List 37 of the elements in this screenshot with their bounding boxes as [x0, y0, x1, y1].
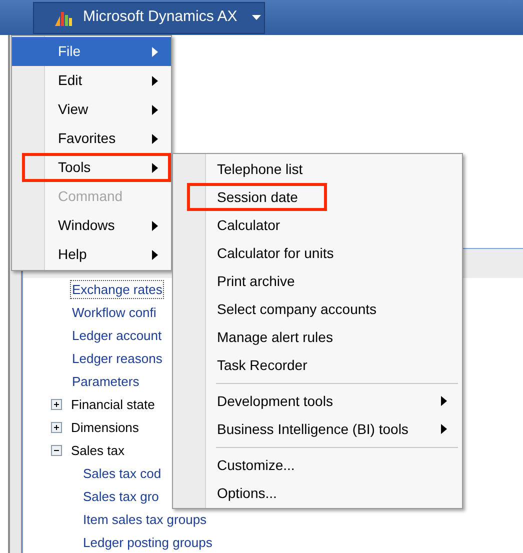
tree-link[interactable]: Exchange rates — [71, 281, 164, 298]
menu-item[interactable]: View — [12, 95, 171, 124]
tree-folder-label[interactable]: Financial state — [71, 394, 155, 414]
bar-chart-logo-icon — [54, 9, 74, 26]
submenu-item[interactable]: Customize... — [173, 451, 462, 479]
tree-link[interactable]: Workflow confi — [71, 304, 158, 321]
menu-item[interactable]: File — [12, 37, 171, 66]
collapse-icon[interactable] — [51, 445, 62, 456]
submenu-item[interactable]: Manage alert rules — [173, 323, 462, 351]
submenu-item[interactable]: Business Intelligence (BI) tools — [173, 415, 462, 443]
tree-link[interactable]: Item sales tax groups — [82, 511, 208, 528]
menu-item[interactable]: Windows — [12, 211, 171, 240]
menu-item[interactable]: Edit — [12, 66, 171, 95]
tree-folder-label[interactable]: Sales tax — [71, 440, 124, 460]
submenu-item[interactable]: Development tools — [173, 387, 462, 415]
submenu-item[interactable]: Session date — [173, 183, 462, 211]
submenu-item[interactable]: Print archive — [173, 267, 462, 295]
submenu-item[interactable]: Select company accounts — [173, 295, 462, 323]
submenu-item[interactable]: Options... — [173, 479, 462, 507]
tree-link[interactable]: Ledger account — [71, 327, 163, 344]
tree-link[interactable]: Parameters — [71, 373, 140, 390]
tree-link[interactable]: Sales tax cod — [82, 465, 162, 482]
submenu-item[interactable]: Telephone list — [173, 155, 462, 183]
app-menu-button[interactable]: Microsoft Dynamics AX — [33, 2, 265, 34]
submenu-item[interactable]: Calculator for units — [173, 239, 462, 267]
dropdown-caret-icon — [252, 15, 262, 20]
tree-link[interactable]: Ledger reasons — [71, 350, 164, 367]
tree-folder-label[interactable]: Dimensions — [71, 418, 139, 438]
tree-link[interactable]: Sales tax gro — [82, 488, 160, 505]
menu-item[interactable]: Help — [12, 240, 171, 269]
expand-icon[interactable] — [51, 399, 62, 410]
menu-item[interactable]: Tools — [12, 153, 171, 182]
submenu-item[interactable]: Task Recorder — [173, 351, 462, 379]
tree-link[interactable]: Ledger posting groups — [82, 534, 214, 551]
expand-icon[interactable] — [51, 422, 62, 433]
menu-item[interactable]: Favorites — [12, 124, 171, 153]
submenu-item[interactable]: Calculator — [173, 211, 462, 239]
